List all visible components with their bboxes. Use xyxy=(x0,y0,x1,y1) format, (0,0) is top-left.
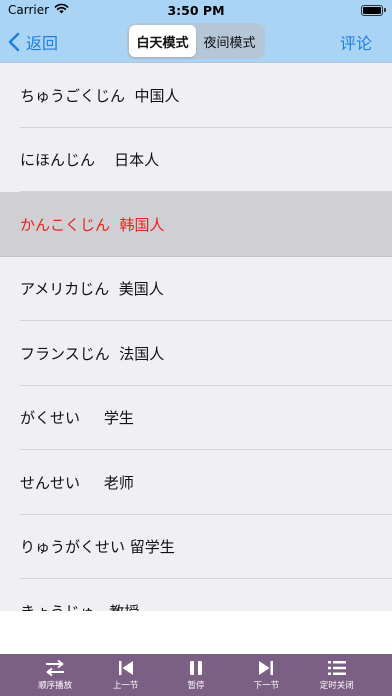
next-label: 下一节 xyxy=(253,681,280,691)
content-footer-area xyxy=(0,611,392,654)
pause-button[interactable]: 暂停 xyxy=(166,654,226,696)
play-order-button[interactable]: 顺序播放 xyxy=(25,654,85,696)
battery-icon xyxy=(361,4,386,16)
status-left: Carrier xyxy=(8,3,69,17)
list-item[interactable]: ちゅうごくじん 中国人 xyxy=(0,63,392,128)
vocabulary-list: ちゅうごくじん 中国人 にほんじん 日本人 かんこくじん 韩国人 アメリカじん … xyxy=(0,63,392,611)
list-item[interactable]: りゅうがくせい 留学生 xyxy=(0,515,392,580)
timer-off-label: 定时关闭 xyxy=(319,681,354,691)
back-button[interactable]: 返回 xyxy=(8,20,58,63)
list-item[interactable]: にほんじん 日本人 xyxy=(0,128,392,193)
carrier-label: Carrier xyxy=(8,3,50,17)
night-mode-tab[interactable]: 夜间模式 xyxy=(196,25,263,57)
next-icon xyxy=(257,659,275,677)
chevron-left-icon xyxy=(8,32,20,52)
next-button[interactable]: 下一节 xyxy=(236,654,296,696)
status-bar: Carrier 3:50 PM xyxy=(0,0,392,20)
list-item[interactable]: がくせい 学生 xyxy=(0,386,392,451)
list-item[interactable]: フランスじん 法国人 xyxy=(0,321,392,386)
pause-label: 暂停 xyxy=(187,681,205,691)
list-item[interactable]: せんせい 老师 xyxy=(0,450,392,515)
list-item[interactable]: きょうじゅ 教授 xyxy=(0,579,392,611)
nav-bar: 返回 白天模式 夜间模式 评论 xyxy=(0,20,392,63)
day-mode-tab[interactable]: 白天模式 xyxy=(129,25,196,57)
timer-off-button[interactable]: 定时关闭 xyxy=(307,654,367,696)
previous-button[interactable]: 上一节 xyxy=(96,654,156,696)
previous-label: 上一节 xyxy=(112,681,139,691)
wifi-icon xyxy=(54,3,69,17)
list-icon xyxy=(327,659,347,677)
list-item[interactable]: アメリカじん 美国人 xyxy=(0,257,392,322)
shuffle-icon xyxy=(44,659,66,677)
player-toolbar: 顺序播放 上一节 暂停 下一节 定时关闭 xyxy=(0,654,392,696)
pause-icon xyxy=(187,659,205,677)
list-item-selected[interactable]: かんこくじん 韩国人 xyxy=(0,192,392,257)
back-label: 返回 xyxy=(26,33,59,53)
play-order-label: 顺序播放 xyxy=(38,681,73,691)
mode-segmented-control: 白天模式 夜间模式 xyxy=(127,23,265,59)
comment-button[interactable]: 评论 xyxy=(340,20,372,63)
previous-icon xyxy=(117,659,135,677)
